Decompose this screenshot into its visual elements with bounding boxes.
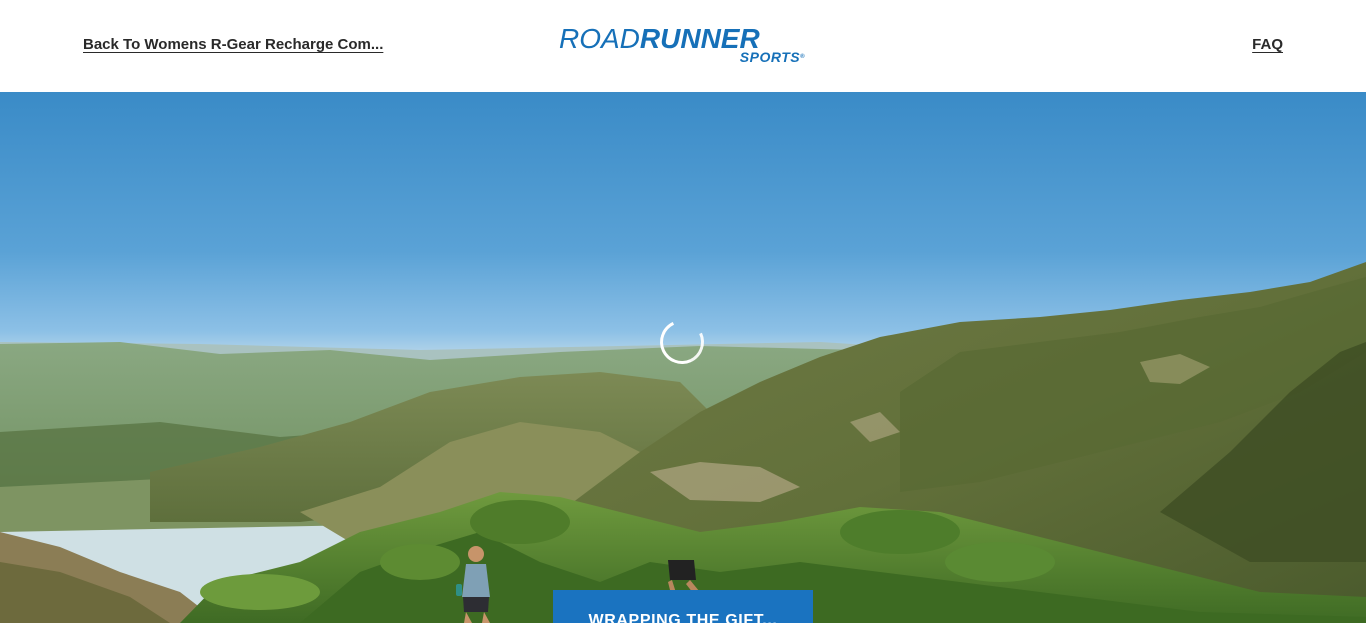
hero-image: WRAPPING THE GIFT... [0,92,1366,623]
logo-road-text: ROAD [559,23,640,54]
logo-sports-label: SPORTS [739,49,801,65]
back-to-product-link[interactable]: Back To Womens R-Gear Recharge Com... [83,36,383,53]
wrapping-gift-status-button[interactable]: WRAPPING THE GIFT... [553,590,813,623]
faq-link[interactable]: FAQ [1252,36,1283,53]
logo-sports-text: SPORTS® [740,50,805,64]
roadrunner-sports-logo[interactable]: ROADRUNNER SPORTS® [559,24,809,68]
site-header: Back To Womens R-Gear Recharge Com... RO… [0,0,1366,92]
logo-wordmark: ROADRUNNER [559,24,760,54]
registered-mark: ® [800,54,805,60]
